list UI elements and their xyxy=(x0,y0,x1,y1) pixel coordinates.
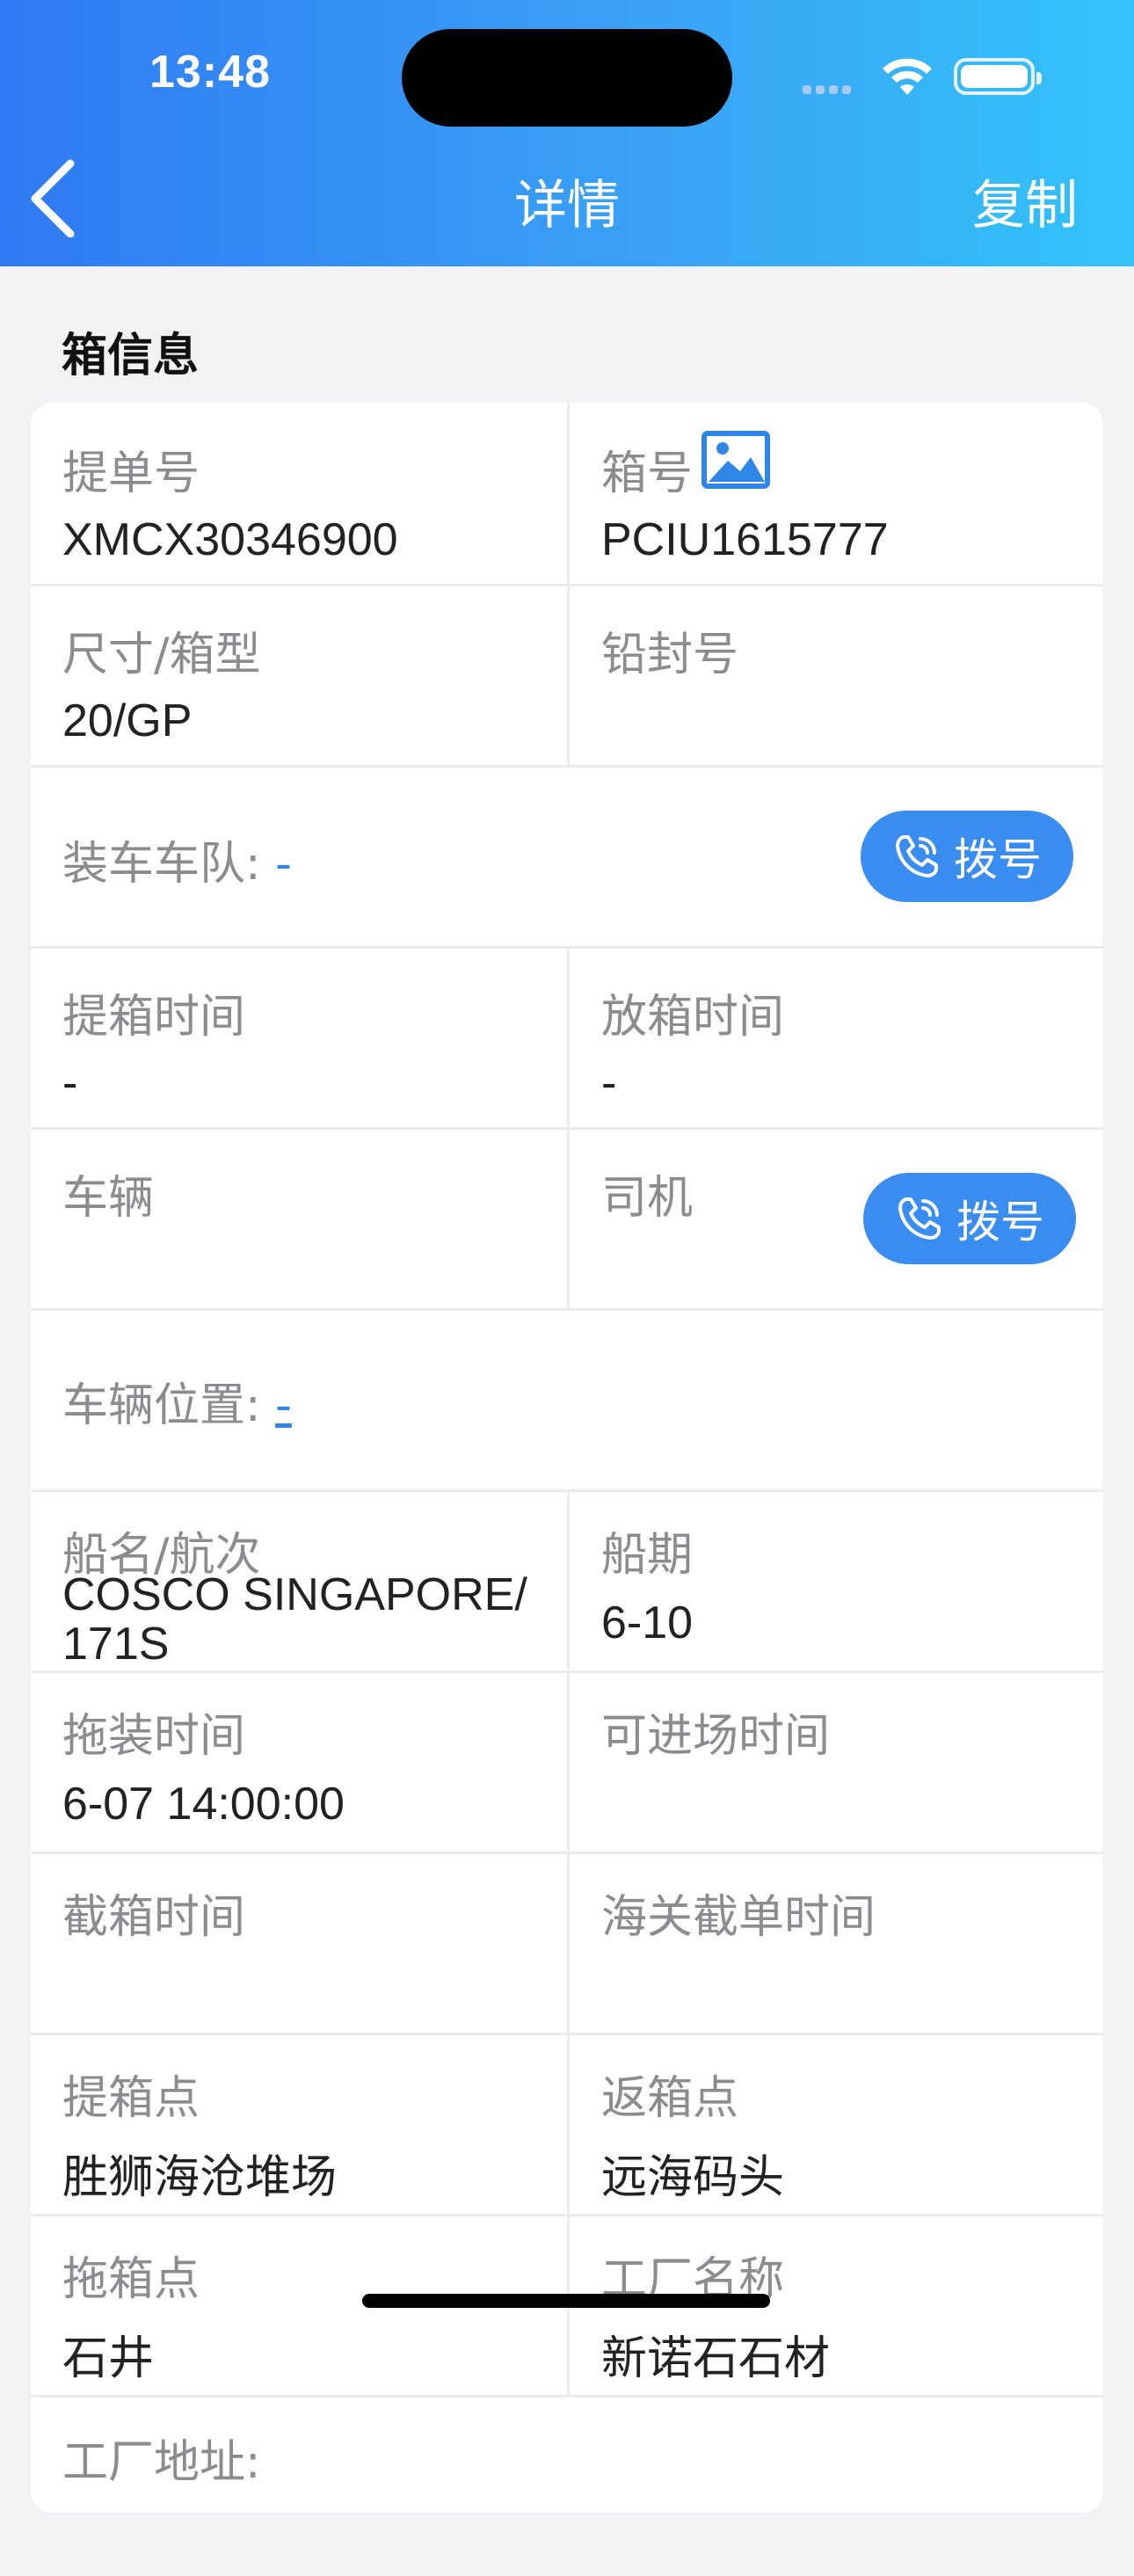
vehicle-label: 车辆 xyxy=(62,1172,155,1225)
cutoff-time-label: 截箱时间 xyxy=(62,1891,246,1944)
drag-point-label: 拖箱点 xyxy=(62,2253,200,2306)
pickup-point-label: 提箱点 xyxy=(62,2072,200,2125)
size-type-value: 20/GP xyxy=(62,695,193,746)
vehicle-location-label: 车辆位置: xyxy=(62,1379,261,1432)
driver-label: 司机 xyxy=(601,1172,694,1225)
dial-label: 拨号 xyxy=(954,834,1042,885)
container-info-card: 提单号 XMCX30346900 箱号 PCIU1615777 尺寸/箱型 20… xyxy=(31,403,1103,2513)
row-pickup-return-time: 提箱时间 - 放箱时间 - xyxy=(31,946,1103,1130)
dial-label: 拨号 xyxy=(956,1197,1044,1248)
factory-name-value: 新诺石石材 xyxy=(601,2333,831,2384)
row-size-seal: 尺寸/箱型 20/GP 铅封号 xyxy=(31,584,1103,768)
vessel-voyage-value: COSCO SINGAPORE/ 171S xyxy=(62,1569,527,1670)
pickup-time-value: - xyxy=(62,1058,78,1109)
vehicle-location-field: 车辆位置: - xyxy=(62,1368,292,1434)
container-no-value: PCIU1615777 xyxy=(601,514,889,565)
entry-time-label: 可进场时间 xyxy=(601,1710,831,1763)
sailing-date-label: 船期 xyxy=(601,1529,694,1582)
driver-dial-button[interactable]: 拨号 xyxy=(863,1173,1076,1264)
phone-icon xyxy=(896,835,938,877)
row-factory-address: 工厂地址: xyxy=(31,2395,1103,2576)
row-drag-entry-time: 拖装时间 6-07 14:00:00 可进场时间 xyxy=(31,1670,1103,1854)
row-vehicle-location: 车辆位置: - xyxy=(31,1308,1103,1492)
dynamic-island xyxy=(402,29,732,127)
battery-icon xyxy=(954,58,1042,95)
copy-button[interactable]: 复制 xyxy=(972,163,1078,239)
drag-time-label: 拖装时间 xyxy=(62,1710,246,1763)
pickup-point-value: 胜狮海沧堆场 xyxy=(62,2152,338,2203)
fleet-dial-button[interactable]: 拨号 xyxy=(861,811,1073,902)
return-point-label: 返箱点 xyxy=(601,2072,739,2125)
cellular-signal-icon xyxy=(803,81,855,98)
phone-icon xyxy=(898,1197,941,1240)
row-bill-container: 提单号 XMCX30346900 箱号 PCIU1615777 xyxy=(31,403,1103,586)
seal-no-label: 铅封号 xyxy=(601,629,739,681)
fleet-field: 装车车队: - xyxy=(62,826,292,892)
size-type-label: 尺寸/箱型 xyxy=(62,629,261,681)
row-vessel-sailing: 船名/航次 COSCO SINGAPORE/ 171S 船期 6-10 xyxy=(31,1489,1103,1673)
wifi-icon xyxy=(883,58,932,95)
container-no-label: 箱号 xyxy=(601,448,694,500)
fleet-value: - xyxy=(275,838,292,891)
vehicle-location-link[interactable]: - xyxy=(275,1379,292,1432)
row-fleet: 装车车队: - 拨号 xyxy=(31,765,1103,949)
page-title: 详情 xyxy=(514,175,620,236)
pickup-time-label: 提箱时间 xyxy=(62,991,246,1044)
return-time-value: - xyxy=(601,1058,617,1109)
sailing-date-value: 6-10 xyxy=(601,1597,694,1648)
home-indicator[interactable] xyxy=(362,2294,770,2308)
customs-cutoff-label: 海关截单时间 xyxy=(601,1891,876,1944)
status-time: 13:48 xyxy=(149,47,271,98)
bill-no-label: 提单号 xyxy=(62,448,200,500)
return-time-label: 放箱时间 xyxy=(601,991,785,1044)
row-pickup-return-point: 提箱点 胜狮海沧堆场 返箱点 远海码头 xyxy=(31,2033,1103,2216)
return-point-value: 远海码头 xyxy=(601,2152,785,2203)
fleet-label: 装车车队: xyxy=(62,838,261,891)
row-vehicle-driver: 车辆 司机 拨号 xyxy=(31,1127,1103,1311)
drag-time-value: 6-07 14:00:00 xyxy=(62,1779,345,1830)
image-icon[interactable] xyxy=(701,431,770,489)
section-title: 箱信息 xyxy=(62,330,200,382)
bill-no-value: XMCX30346900 xyxy=(62,514,398,565)
row-cutoff-times: 截箱时间 海关截单时间 xyxy=(31,1852,1103,2035)
drag-point-value: 石井 xyxy=(62,2333,155,2384)
nav-header: 13:48 详情 复制 xyxy=(0,0,1134,266)
